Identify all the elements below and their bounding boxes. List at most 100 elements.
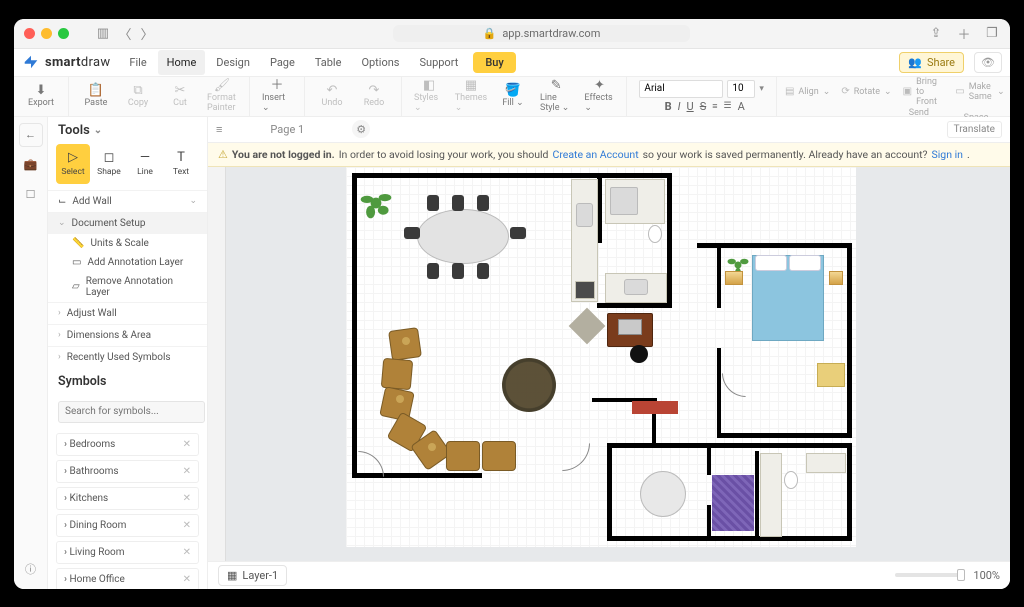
sidebar-document-setup[interactable]: ⌄Document Setup [48, 212, 207, 234]
menu-page[interactable]: Page [261, 50, 304, 75]
sidebar-remove-annotation[interactable]: ▱Remove Annotation Layer [48, 272, 207, 302]
zoom-slider[interactable] [895, 573, 965, 577]
styles-button[interactable]: ◧Styles ⌄ [408, 79, 450, 113]
menu-table[interactable]: Table [306, 50, 351, 75]
category-living-room[interactable]: › Living Room✕ [56, 541, 199, 564]
sidebar-add-annotation[interactable]: ▭Add Annotation Layer [48, 253, 207, 272]
menu-file[interactable]: File [120, 50, 155, 75]
symbols-header: Symbols [48, 368, 207, 395]
category-dining-room[interactable]: › Dining Room✕ [56, 514, 199, 537]
layer-add-icon: ▭ [72, 257, 81, 268]
font-size-input[interactable] [727, 80, 755, 98]
copy-button[interactable]: ⧉Copy [117, 84, 159, 108]
category-kitchens[interactable]: › Kitchens✕ [56, 487, 199, 510]
signin-link[interactable]: Sign in [932, 148, 963, 161]
nav-back-icon[interactable]: 〈 [117, 25, 133, 41]
styles-icon: ◧ [423, 79, 435, 92]
address-bar[interactable]: 🔒 app.smartdraw.com [393, 25, 691, 42]
share-button[interactable]: 👥 Share [899, 52, 964, 73]
category-home-office[interactable]: › Home Office✕ [56, 568, 199, 589]
sidebar-dimensions[interactable]: ›Dimensions & Area [48, 324, 207, 346]
canvas-main[interactable] [226, 167, 1010, 561]
italic-button[interactable]: I [678, 100, 681, 113]
symbol-categories: › Bedrooms✕ › Bathrooms✕ › Kitchens✕ › D… [48, 429, 207, 589]
sidebar-recent-symbols[interactable]: ›Recently Used Symbols [48, 346, 207, 368]
chevron-down-icon[interactable]: ▾ [759, 84, 764, 94]
redo-icon: ↷ [369, 84, 380, 97]
tool-line[interactable]: —Line [128, 144, 162, 184]
translate-button[interactable]: Translate [947, 121, 1002, 138]
undo-button[interactable]: ↶Undo [311, 84, 353, 108]
bold-button[interactable]: B [665, 100, 672, 113]
sidebar-add-wall[interactable]: ⌙Add Wall ⌄ [48, 190, 207, 212]
redo-button[interactable]: ↷Redo [353, 84, 395, 108]
menu-design[interactable]: Design [207, 50, 259, 75]
create-account-link[interactable]: Create an Account [552, 148, 638, 161]
rail-briefcase-icon[interactable]: 💼 [19, 153, 43, 177]
cut-button[interactable]: ✂Cut [159, 84, 201, 108]
buy-button[interactable]: Buy [473, 52, 515, 73]
close-icon[interactable]: ✕ [183, 547, 191, 558]
bring-front-icon: ▣ [903, 86, 912, 97]
font-family-input[interactable] [639, 80, 723, 98]
category-bathrooms[interactable]: › Bathrooms✕ [56, 460, 199, 483]
close-icon[interactable]: ✕ [183, 466, 191, 477]
tool-text[interactable]: TText [164, 144, 198, 184]
bullets-icon[interactable]: ☰ [723, 101, 731, 111]
menu-options[interactable]: Options [352, 50, 408, 75]
preview-button[interactable]: 👁 [974, 52, 1002, 73]
tool-select[interactable]: ▷Select [56, 144, 90, 184]
close-icon[interactable]: ✕ [183, 493, 191, 504]
line-style-button[interactable]: ✎Line Style ⌄ [534, 79, 578, 113]
drawing-page[interactable] [346, 167, 856, 547]
strike-button[interactable]: S [700, 100, 707, 113]
page-tab[interactable]: Page 1 [230, 121, 344, 138]
menu-support[interactable]: Support [410, 50, 467, 75]
window-minimize-icon[interactable] [41, 28, 52, 39]
paste-button[interactable]: 📋Paste [75, 84, 117, 108]
tabs-icon[interactable]: ❐ [984, 25, 1000, 41]
close-icon[interactable]: ✕ [183, 439, 191, 450]
share-page-icon[interactable]: ⇪ [928, 25, 944, 41]
hamburger-icon[interactable]: ≡ [216, 123, 222, 136]
window-zoom-icon[interactable] [58, 28, 69, 39]
sidebar-toggle-icon[interactable]: ▥ [95, 25, 111, 41]
effects-button[interactable]: ✦Effects ⌄ [578, 79, 620, 113]
canvas[interactable] [208, 167, 1010, 561]
page-settings-button[interactable]: ⚙ [352, 120, 370, 138]
icon-rail: ← 💼 ☐ ⓘ [14, 117, 48, 589]
macos-titlebar: ▥ 〈 〉 🔒 app.smartdraw.com ⇪ ＋ ❐ [14, 19, 1010, 49]
rail-help-icon[interactable]: ⓘ [19, 557, 43, 581]
window-close-icon[interactable] [24, 28, 35, 39]
fill-button[interactable]: 🪣Fill ⌄ [492, 84, 534, 108]
rail-package-icon[interactable]: ☐ [19, 183, 43, 207]
underline-button[interactable]: U [687, 100, 694, 113]
align-icon: ▤ [785, 86, 794, 97]
rail-back-button[interactable]: ← [19, 123, 43, 147]
page-bar: ≡ Page 1 ⚙ Translate [208, 117, 1010, 143]
copy-icon: ⧉ [133, 84, 142, 97]
category-bedrooms[interactable]: › Bedrooms✕ [56, 433, 199, 456]
banner-text2: so your work is saved permanently. Alrea… [643, 148, 928, 161]
floorplan[interactable] [352, 173, 850, 541]
chevron-down-icon: ⌄ [94, 125, 102, 136]
plant-icon [358, 185, 394, 221]
tool-shape[interactable]: ◻Shape [92, 144, 126, 184]
symbol-search-input[interactable] [58, 401, 205, 423]
themes-button[interactable]: ▦Themes ⌄ [450, 79, 492, 113]
sidebar-units-scale[interactable]: 📏Units & Scale [48, 234, 207, 253]
align-left-icon[interactable]: ≡ [712, 101, 717, 112]
menu-home[interactable]: Home [158, 50, 206, 75]
tools-header[interactable]: Tools ⌄ [48, 117, 207, 144]
close-icon[interactable]: ✕ [183, 574, 191, 585]
insert-button[interactable]: ＋Insert ⌄ [256, 79, 298, 113]
format-painter-button[interactable]: 🖌Format Painter [201, 79, 243, 113]
layer-selector[interactable]: ▦Layer-1 [218, 565, 287, 586]
export-button[interactable]: ⬇Export [20, 84, 62, 108]
font-color-icon[interactable]: A [738, 100, 745, 113]
sidebar-adjust-wall[interactable]: ›Adjust Wall [48, 302, 207, 324]
new-tab-icon[interactable]: ＋ [956, 25, 972, 41]
close-icon[interactable]: ✕ [183, 520, 191, 531]
brand-logo[interactable]: smartdraw [22, 53, 110, 71]
nav-forward-icon[interactable]: 〉 [139, 25, 155, 41]
